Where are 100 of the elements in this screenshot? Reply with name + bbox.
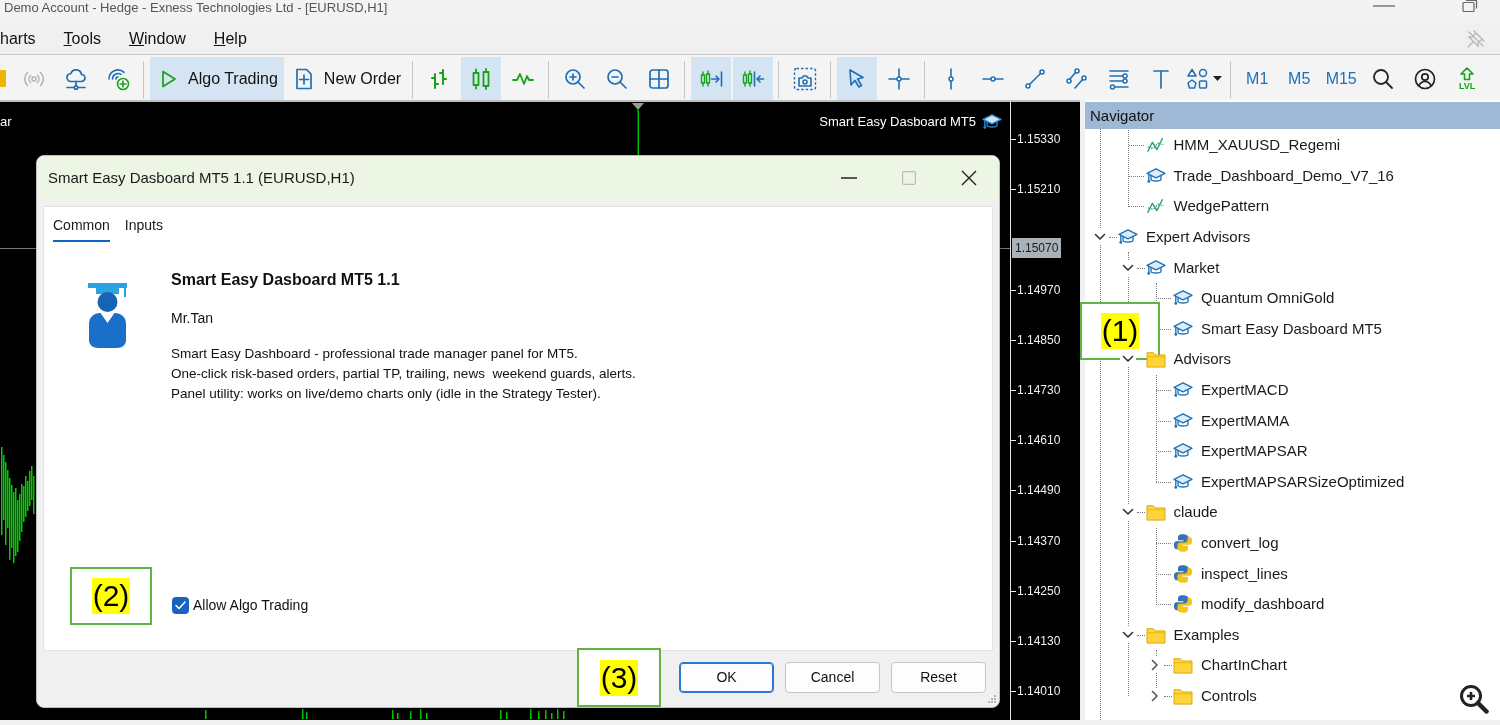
dialog-button[interactable]: OK [679,662,774,693]
arrow-up-icon [1458,66,1477,81]
price-label: 1.14010 [1017,684,1061,699]
checkbox[interactable] [172,596,189,614]
current-price-label: 1.15070 [1012,237,1062,258]
tab[interactable]: Common [53,215,110,242]
graduation-cap-icon [1173,472,1193,491]
timeframe-button[interactable]: M5 [1279,57,1320,100]
auto-scroll-button[interactable] [691,57,732,100]
wave-line-icon [1145,136,1166,155]
resize-grip-icon[interactable] [988,695,996,703]
checkbox-label[interactable]: Allow Algo Trading [193,596,309,614]
menu-item[interactable]: Tools [49,26,115,51]
parallel-lines-icon [1065,66,1090,91]
tree-item[interactable]: Smart Easy Dasboard MT5 [1173,318,1382,339]
close-icon [961,170,977,186]
folder-icon [1173,656,1193,675]
tree-item[interactable]: Advisors [1145,349,1232,370]
folder-icon [1173,687,1193,705]
window-title: Demo Account - Hedge - Exness Technologies Ltd - [EURUSD,H1] [3,0,388,17]
algo-trading-button[interactable]: Algo Trading [150,57,284,100]
menu-item[interactable]: Window [114,26,200,51]
tree-item[interactable]: Trade_Dashboard_Demo_V7_16 [1145,165,1394,186]
minimize-icon [841,177,857,179]
tab[interactable]: Inputs [124,215,163,242]
panel-title: Navigator [1085,102,1500,129]
graduation-cap-icon [982,113,1002,131]
graduation-cap-icon [1173,411,1193,430]
expert-label: Smart Easy Dasboard MT5 [819,113,976,131]
tree-item[interactable]: ExpertMAPSARSizeOptimized [1173,471,1405,492]
tree-item[interactable]: ExpertMAPSAR [1173,441,1308,462]
callout-label: (1) [1100,313,1140,349]
cursor-button[interactable] [837,57,878,100]
tree-item[interactable]: HMM_XAUUSD_Regemi [1145,135,1341,156]
menu-item[interactable]: Help [199,26,261,51]
price-label: 1.15330 [1017,132,1061,146]
folder-icon [1145,625,1166,644]
chart-shift-button[interactable] [733,57,774,100]
graduate-person-icon [85,282,130,349]
candlestick-button[interactable] [461,57,502,100]
price-label: 1.15210 [1017,182,1061,197]
tree-item[interactable]: Expert Advisors [1118,227,1251,248]
tree-item[interactable]: ExpertMAMA [1173,410,1290,431]
tree-item[interactable]: Market [1145,257,1220,278]
dialog-button[interactable]: Reset [891,662,986,693]
graduation-cap-icon [1173,381,1193,400]
tree-item[interactable]: Controls [1173,686,1257,706]
dialog-button[interactable]: Cancel [785,662,880,693]
tree-item[interactable]: inspect_lines [1173,563,1288,584]
price-label: 1.14130 [1017,634,1061,648]
grid-icon [647,66,672,91]
program-description: Smart Easy Dashboard - professional trade manager panel for MT5. One-click risk-based orders, partial TP, trailing, news weekend guards, alerts. Panel utility: works on live/demo charts only (idle in the Strategy Tester). [171,345,636,403]
search-icon [1371,66,1396,91]
snake-logo-icon [1173,594,1193,615]
snake-logo-icon [1173,533,1193,553]
tree-item[interactable]: Quantum OmniGold [1173,288,1335,309]
caret-icon [1213,76,1223,81]
restore-icon [1462,0,1478,12]
tree-item[interactable]: ExpertMACD [1173,380,1289,401]
tree-item[interactable]: convert_log [1173,533,1279,553]
graduation-cap-icon [1145,166,1166,185]
vertical-line-icon [948,67,955,90]
maximize-icon [902,171,916,185]
crosshair-icon [887,66,912,91]
zoom-in-icon [563,66,588,91]
price-label: 1.14970 [1017,282,1061,297]
graduation-cap-icon [1145,258,1166,277]
tree-item[interactable]: Examples [1145,624,1240,645]
price-label: 1.14490 [1017,483,1061,498]
camera-icon [793,66,818,91]
trend-line-icon [1023,66,1048,91]
dialog-title: Smart Easy Dasboard MT5 1.1 (EURUSD,H1) [47,167,355,188]
price-label: 1.14250 [1017,583,1061,598]
folder-icon [1145,503,1166,522]
user-icon [1413,66,1438,91]
callout-label: (3) [599,659,639,696]
graduation-cap-icon [1173,319,1193,338]
chevron-right-icon[interactable] [1149,659,1161,672]
graduation-cap-icon [1173,289,1193,308]
minimize-icon [1373,5,1395,7]
tree-item[interactable]: ChartInChart [1173,655,1287,676]
timeframe-button[interactable]: M1 [1237,57,1278,100]
graduation-cap-icon [1118,228,1138,247]
chevron-right-icon[interactable] [1149,690,1161,702]
tree-item[interactable]: claude [1145,502,1218,523]
menu-item[interactable]: harts [0,26,50,51]
program-name: Smart Easy Dasboard MT5 1.1 [171,270,401,290]
tree-item[interactable]: WedgePattern [1145,196,1270,217]
radar-plus-icon [106,66,130,91]
wave-line-icon [1145,197,1166,216]
timeframe-button[interactable]: M15 [1321,57,1362,100]
price-label: 1.14850 [1017,332,1061,347]
marker-icon [632,103,644,110]
price-label: 1.14730 [1017,383,1061,397]
snake-logo-icon [1173,563,1193,584]
new-order-button[interactable]: New Order [285,57,408,100]
zoom-in-icon[interactable] [1459,684,1489,714]
cloud-network-icon [64,66,88,91]
partial-tile-icon [0,70,6,87]
tree-item[interactable]: modify_dashboard [1173,594,1325,615]
